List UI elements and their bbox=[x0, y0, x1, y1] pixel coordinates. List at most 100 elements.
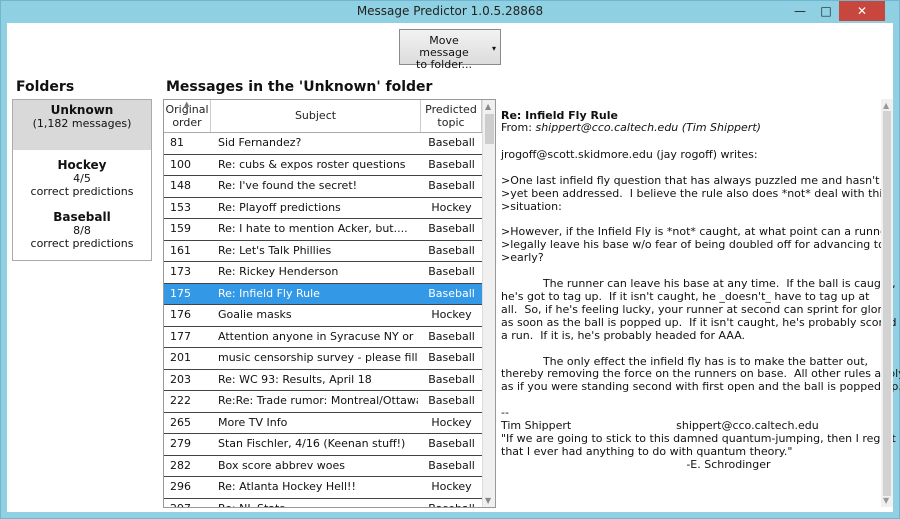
cell-topic: Hockey bbox=[431, 480, 472, 493]
move-message-button[interactable]: Move message to folder... ▾ bbox=[399, 29, 501, 71]
cell-order: 201 bbox=[170, 351, 191, 364]
folder-item-baseball[interactable]: Baseball 8/8 correct predictions bbox=[13, 210, 151, 251]
cell-order: 296 bbox=[170, 480, 191, 493]
table-row[interactable]: 279 Stan Fischler, 4/16 (Keenan stuff!) Ba… bbox=[164, 434, 482, 456]
cell-subject: Re: NL Stats bbox=[218, 501, 286, 508]
cell-topic: Baseball bbox=[428, 501, 475, 508]
cell-subject: Attention anyone in Syracuse NY or Richm… bbox=[218, 329, 418, 343]
cell-topic: Baseball bbox=[428, 372, 475, 386]
cell-topic: Baseball bbox=[428, 265, 475, 278]
table-row[interactable]: 297 Re: NL Stats Baseball bbox=[164, 498, 482, 508]
scroll-thumb[interactable] bbox=[485, 114, 494, 144]
cell-order: 161 bbox=[170, 243, 191, 257]
column-header-topic[interactable]: Predicted topic bbox=[421, 100, 482, 132]
cell-order: 159 bbox=[170, 222, 191, 235]
folders-header: Folders bbox=[16, 79, 75, 95]
cell-subject: Re: Atlanta Hockey Hell!! bbox=[218, 480, 356, 493]
scroll-down-icon[interactable]: ▼ bbox=[883, 496, 889, 505]
table-row[interactable]: 176 Goalie masks Hockey bbox=[164, 305, 482, 327]
table-row[interactable]: 265 More TV Info Hockey bbox=[164, 412, 482, 434]
cell-topic: Baseball bbox=[428, 394, 475, 407]
title-bar: Message Predictor 1.0.5.28868 — □ ✕ bbox=[1, 1, 899, 23]
table-row[interactable]: 81 Sid Fernandez? Baseball bbox=[164, 133, 482, 155]
folder-item-hockey[interactable]: Hockey 4/5 correct predictions bbox=[13, 158, 151, 199]
table-row[interactable]: 148 Re: I've found the secret! Baseball bbox=[164, 176, 482, 198]
cell-order: 265 bbox=[170, 415, 191, 429]
cell-topic: Baseball bbox=[428, 286, 475, 300]
cell-topic: Baseball bbox=[428, 136, 475, 149]
preview-body: jrogoff@scott.skidmore.edu (jay rogoff) … bbox=[501, 148, 900, 471]
cell-order: 297 bbox=[170, 501, 191, 508]
folder-name: Unknown bbox=[50, 103, 114, 117]
table-row[interactable]: 177 Attention anyone in Syracuse NY or Ri… bbox=[164, 326, 482, 348]
dropdown-arrow-icon: ▾ bbox=[491, 44, 496, 53]
move-message-label-line2: to folder... bbox=[416, 58, 472, 71]
table-row[interactable]: 222 Re:Re: Trade rumor: Montreal/Ottawa/P… bbox=[164, 391, 482, 413]
messages-header: Messages in the 'Unknown' folder bbox=[166, 79, 433, 95]
window-title: Message Predictor 1.0.5.28868 bbox=[356, 4, 544, 18]
cell-subject: More TV Info bbox=[218, 415, 288, 429]
message-rows: 81 Sid Fernandez? Baseball 100 Re: cubs & ex… bbox=[164, 133, 482, 508]
table-row[interactable]: 100 Re: cubs & expos roster questions Base… bbox=[164, 154, 482, 176]
cell-topic: Hockey bbox=[431, 415, 472, 429]
preview-from: From: shippert@cco.caltech.edu (Tim Ship… bbox=[501, 121, 761, 134]
folder-item-unknown[interactable]: Unknown (1,182 messages) bbox=[13, 100, 151, 150]
column-header-subject[interactable]: Subject bbox=[211, 100, 421, 132]
folder-count: 8/8 bbox=[73, 224, 91, 237]
cell-subject: Stan Fischler, 4/16 (Keenan stuff!) bbox=[218, 437, 406, 450]
folder-detail: (1,182 messages) bbox=[32, 117, 132, 130]
cell-topic: Baseball bbox=[428, 243, 475, 257]
cell-subject: Re: Rickey Henderson bbox=[218, 265, 339, 278]
cell-subject: Goalie masks bbox=[218, 308, 292, 321]
table-row[interactable]: 296 Re: Atlanta Hockey Hell!! Hockey bbox=[164, 477, 482, 499]
column-topic-line2: topic bbox=[437, 116, 465, 129]
cell-subject: Re: I've found the secret! bbox=[218, 179, 358, 192]
cell-topic: Baseball bbox=[428, 458, 475, 472]
cell-subject: Sid Fernandez? bbox=[218, 136, 302, 149]
grid-header: ▲ Original order Subject Predicted topic bbox=[164, 100, 482, 133]
scroll-up-icon[interactable]: ▲ bbox=[485, 102, 491, 111]
table-row[interactable]: 173 Re: Rickey Henderson Baseball bbox=[164, 262, 482, 284]
table-row[interactable]: 159 Re: I hate to mention Acker, but.... B… bbox=[164, 219, 482, 241]
cell-subject: Re: WC 93: Results, April 18 bbox=[218, 372, 372, 386]
cell-order: 148 bbox=[170, 179, 191, 192]
maximize-button[interactable]: □ bbox=[813, 1, 839, 21]
client-area: Move message to folder... ▾ Folders Unkn… bbox=[7, 23, 900, 512]
cell-order: 177 bbox=[170, 329, 191, 343]
preview-scrollbar[interactable]: ▲ ▼ bbox=[881, 99, 893, 507]
cell-topic: Baseball bbox=[428, 329, 475, 343]
sort-caret-icon: ▲ bbox=[184, 100, 190, 108]
folder-name: Baseball bbox=[53, 210, 111, 224]
minimize-button[interactable]: — bbox=[787, 1, 813, 21]
preview-from-address: shippert@cco.caltech.edu (Tim Shippert) bbox=[535, 121, 761, 134]
scroll-thumb[interactable] bbox=[883, 111, 891, 496]
table-row[interactable]: 203 Re: WC 93: Results, April 18 Baseball bbox=[164, 369, 482, 391]
message-grid: ▲ Original order Subject Predicted topic… bbox=[163, 99, 496, 508]
table-row[interactable]: 161 Re: Let's Talk Phillies Baseball bbox=[164, 240, 482, 262]
column-topic-line1: Predicted bbox=[425, 103, 477, 116]
scroll-up-icon[interactable]: ▲ bbox=[883, 101, 889, 110]
cell-topic: Baseball bbox=[428, 351, 475, 364]
folder-name: Hockey bbox=[57, 158, 107, 172]
cell-order: 203 bbox=[170, 372, 191, 386]
scroll-down-icon[interactable]: ▼ bbox=[485, 496, 491, 505]
message-list-scrollbar[interactable]: ▲ ▼ bbox=[482, 100, 495, 507]
table-row[interactable]: 201 music censorship survey - please fill… bbox=[164, 348, 482, 370]
cell-subject: Re: I hate to mention Acker, but.... bbox=[218, 222, 408, 235]
table-row[interactable]: 175 Re: Infield Fly Rule Baseball bbox=[164, 283, 482, 305]
folder-list: Unknown (1,182 messages) Hockey 4/5 corr… bbox=[12, 99, 152, 261]
cell-order: 81 bbox=[170, 136, 184, 149]
cell-topic: Baseball bbox=[428, 179, 475, 192]
table-row[interactable]: 282 Box score abbrev woes Baseball bbox=[164, 455, 482, 477]
table-row[interactable]: 153 Re: Playoff predictions Hockey bbox=[164, 197, 482, 219]
cell-order: 279 bbox=[170, 437, 191, 450]
cell-topic: Baseball bbox=[428, 222, 475, 235]
column-header-order[interactable]: ▲ Original order bbox=[164, 100, 211, 132]
cell-order: 153 bbox=[170, 200, 191, 214]
cell-topic: Baseball bbox=[428, 157, 475, 171]
cell-order: 175 bbox=[170, 286, 191, 300]
cell-subject: Re: cubs & expos roster questions bbox=[218, 157, 406, 171]
message-preview: Re: Infield Fly Rule From: shippert@cco.… bbox=[501, 99, 900, 507]
close-button[interactable]: ✕ bbox=[839, 1, 885, 21]
cell-topic: Baseball bbox=[428, 437, 475, 450]
